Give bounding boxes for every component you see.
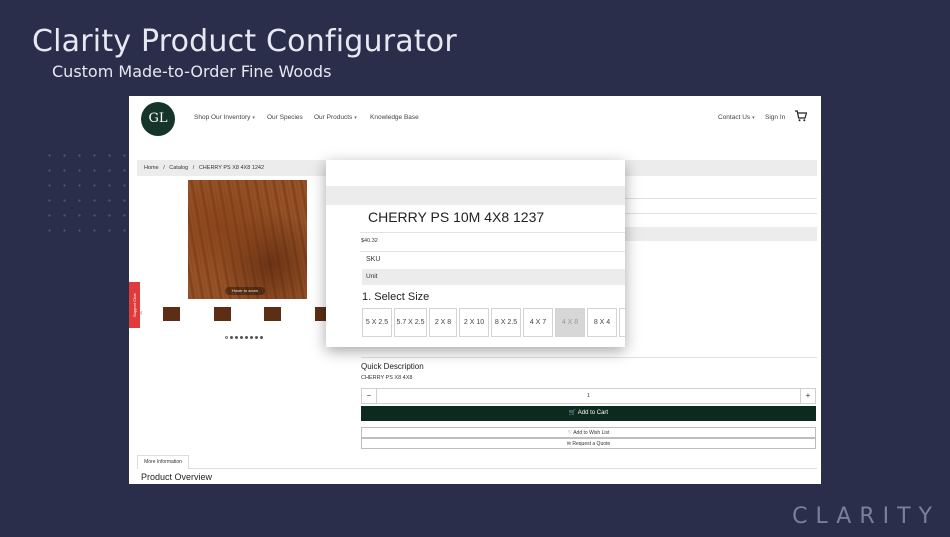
gallery-thumbnail[interactable] bbox=[214, 307, 231, 321]
size-option[interactable]: 2 X 8 bbox=[429, 308, 457, 337]
quick-description-title: Quick Description bbox=[361, 362, 424, 371]
pagination-dot[interactable] bbox=[225, 336, 228, 339]
popup-sku-label: SKU bbox=[366, 256, 381, 263]
size-option[interactable]: 5 X 2.5 bbox=[362, 308, 392, 337]
select-size-label: 1. Select Size bbox=[362, 291, 430, 303]
breadcrumb-catalog[interactable]: Catalog bbox=[169, 165, 188, 171]
nav-our-products[interactable]: Our Products ▾ bbox=[314, 114, 357, 121]
cart-icon[interactable] bbox=[795, 110, 807, 122]
pagination-dot[interactable] bbox=[240, 336, 243, 339]
gallery-thumbnail[interactable] bbox=[264, 307, 281, 321]
product-main-image[interactable] bbox=[188, 180, 307, 299]
nav-our-species[interactable]: Our Species bbox=[267, 114, 303, 121]
divider bbox=[360, 232, 625, 233]
tabs-divider bbox=[137, 468, 817, 469]
popup-header-band bbox=[326, 186, 625, 205]
support-chat-tab[interactable]: Support Chat bbox=[129, 282, 140, 328]
chevron-left-icon[interactable]: ‹ bbox=[140, 308, 143, 317]
popup-product-name: CHERRY PS 10M 4X8 1237 bbox=[368, 209, 545, 225]
pagination-dot[interactable] bbox=[250, 336, 253, 339]
size-option[interactable]: 2 X 10 bbox=[459, 308, 489, 337]
hover-to-zoom-label: Hover to zoom bbox=[225, 287, 265, 295]
quantity-decrease-button[interactable]: − bbox=[362, 389, 377, 403]
chevron-down-icon: ▾ bbox=[354, 115, 357, 121]
nav-sign-in[interactable]: Sign In bbox=[765, 114, 785, 121]
slide-title: Clarity Product Configurator bbox=[32, 24, 457, 59]
breadcrumb-current: CHERRY PS X8 4X8 1242 bbox=[198, 165, 265, 171]
add-to-wish-list-button[interactable]: ♡ Add to Wish List bbox=[361, 427, 816, 438]
pagination-dot[interactable] bbox=[260, 336, 263, 339]
chevron-down-icon: ▾ bbox=[752, 115, 755, 121]
divider bbox=[361, 357, 817, 358]
size-option[interactable]: 4 X 7 bbox=[523, 308, 553, 337]
pagination-dot[interactable] bbox=[235, 336, 238, 339]
nav-shop-inventory[interactable]: Shop Our Inventory ▾ bbox=[194, 114, 255, 121]
pagination-dot[interactable] bbox=[255, 336, 258, 339]
site-logo[interactable]: GL bbox=[141, 102, 175, 136]
pagination-dot[interactable] bbox=[245, 336, 248, 339]
nav-knowledge-base[interactable]: Knowledge Base bbox=[370, 114, 419, 121]
configurator-zoom-callout: CHERRY PS 10M 4X8 1237 $40.32 SKU Unit 1… bbox=[326, 160, 625, 347]
gallery-thumbnail[interactable] bbox=[163, 307, 180, 321]
slide-subtitle: Custom Made-to-Order Fine Woods bbox=[52, 62, 332, 81]
clarity-logo: CLARITY bbox=[792, 504, 940, 529]
quantity-input[interactable]: 1 bbox=[377, 389, 800, 403]
tab-more-information[interactable]: More Information bbox=[137, 455, 189, 469]
add-to-cart-button[interactable]: 🛒 Add to Cart bbox=[361, 406, 816, 421]
breadcrumb-separator: / bbox=[192, 165, 195, 171]
breadcrumb-separator: / bbox=[163, 165, 165, 171]
quantity-increase-button[interactable]: + bbox=[800, 389, 815, 403]
size-option-selected[interactable]: 4 X 8 bbox=[555, 308, 585, 337]
request-quote-button[interactable]: ✉ Request a Quote bbox=[361, 438, 816, 449]
size-option[interactable]: 5.7 X 2.5 bbox=[394, 308, 427, 337]
size-option-partial[interactable] bbox=[619, 308, 625, 337]
pagination-dot[interactable] bbox=[230, 336, 233, 339]
decorative-dot-grid bbox=[42, 148, 132, 238]
chevron-down-icon: ▾ bbox=[252, 115, 255, 121]
size-option[interactable]: 8 X 2.5 bbox=[491, 308, 521, 337]
gallery-pagination bbox=[225, 326, 265, 339]
site-header: GL Shop Our Inventory ▾ Our Species Our P… bbox=[129, 96, 821, 144]
product-overview-heading: Product Overview bbox=[141, 472, 213, 482]
nav-contact-us[interactable]: Contact Us ▾ bbox=[718, 114, 755, 121]
size-option[interactable]: 8 X 4 bbox=[587, 308, 617, 337]
breadcrumb-home[interactable]: Home bbox=[144, 165, 159, 171]
popup-price: $40.32 bbox=[361, 238, 378, 244]
quick-description-text: CHERRY PS X8 4X8 bbox=[361, 375, 413, 381]
quantity-stepper: − 1 + bbox=[361, 388, 816, 404]
popup-unit-label: Unit bbox=[362, 269, 625, 285]
